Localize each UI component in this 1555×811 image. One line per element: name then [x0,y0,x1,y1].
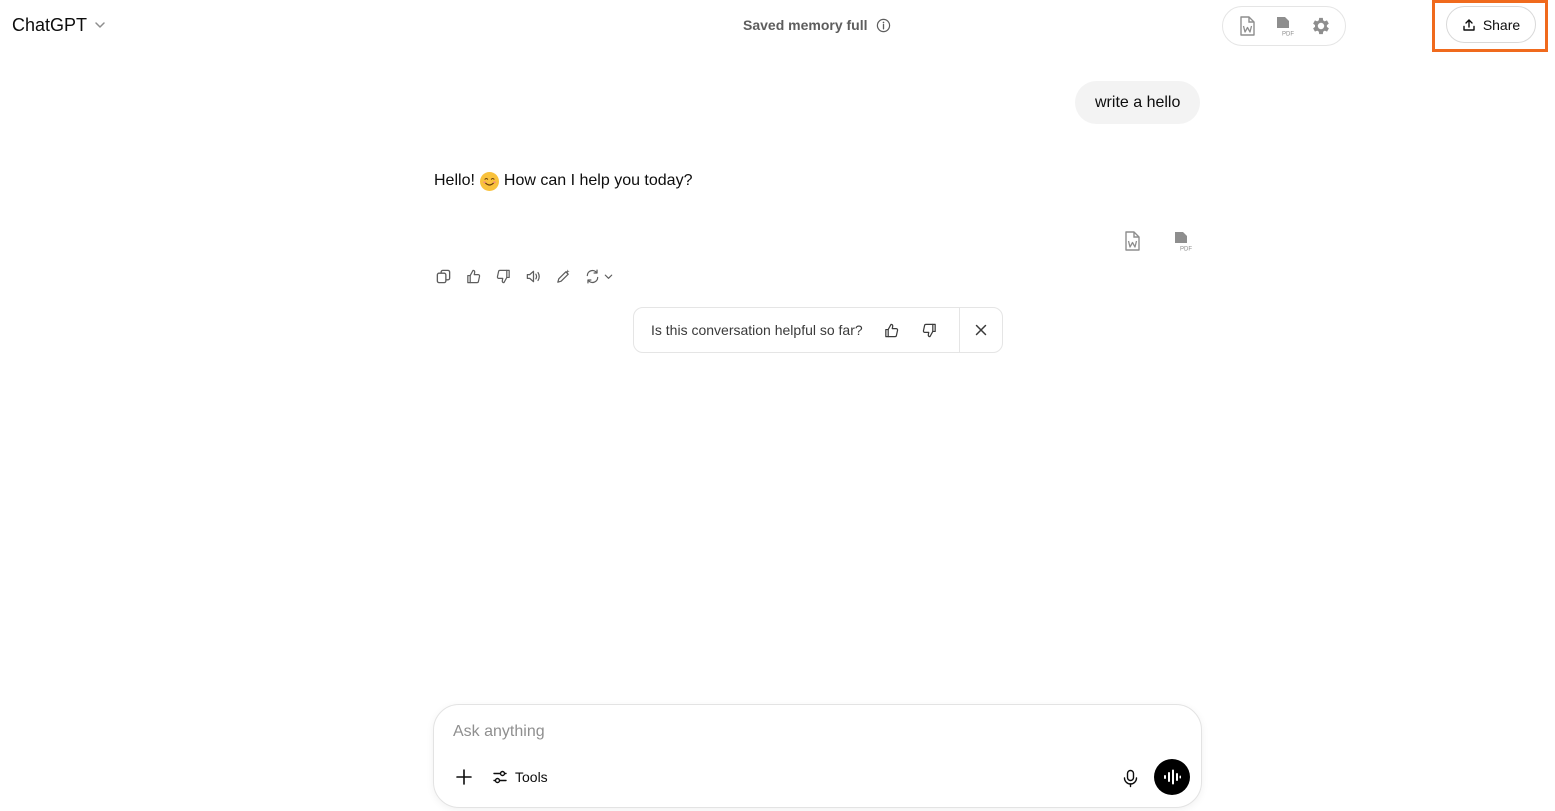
feedback-helpful-button[interactable] [877,315,907,345]
close-icon [975,324,986,336]
smiling-face-icon [479,171,499,191]
message-export-pdf-button[interactable]: PDF [1170,228,1194,254]
feedback-question: Is this conversation helpful so far? [651,322,863,338]
regenerate-button[interactable] [582,264,616,288]
assistant-message-text-end: How can I help you today? [503,172,693,189]
svg-text:PDF: PDF [1282,32,1294,38]
message-export-word-button[interactable] [1120,228,1144,254]
prompt-input[interactable] [453,719,1153,745]
info-icon[interactable] [876,18,891,33]
export-word-button[interactable] [1232,11,1262,41]
copy-button[interactable] [432,264,454,288]
model-switcher[interactable]: ChatGPT [12,12,107,38]
svg-text:PDF: PDF [1180,247,1192,253]
chevron-down-icon [95,22,105,28]
thumbs-up-icon [885,323,899,337]
microphone-icon [1123,769,1137,787]
conversation-feedback-bar: Is this conversation helpful so far? [633,307,1003,353]
user-message: write a hello [1075,81,1201,124]
message-export-icons: PDF [1120,228,1194,254]
word-doc-icon [1240,16,1256,36]
voice-waveform-icon [1164,769,1181,785]
feedback-close-button[interactable] [960,308,1002,352]
pdf-doc-icon: PDF [1175,232,1192,253]
pdf-doc-icon: PDF [1276,17,1294,38]
dictate-button[interactable] [1118,765,1142,791]
edit-in-canvas-button[interactable] [552,264,574,288]
tools-button[interactable]: Tools [492,766,548,788]
share-label: Share [1482,16,1521,33]
sliders-icon [493,770,507,784]
bad-response-button[interactable] [492,264,514,288]
composer: Tools [433,704,1202,808]
chevron-down-icon [604,274,613,279]
feedback-not-helpful-button[interactable] [915,315,945,345]
header-toolbar: PDF [1222,6,1346,46]
message-actions [432,264,616,288]
copy-icon [436,269,450,283]
read-aloud-icon [526,270,540,282]
regenerate-icon [586,268,599,284]
assistant-message: Hello! How can I help you today? [434,170,692,192]
user-message-text: write a hello [1095,93,1181,111]
gear-icon [1312,17,1329,35]
settings-button[interactable] [1306,11,1336,41]
plus-icon [456,769,472,785]
export-pdf-button[interactable]: PDF [1269,11,1299,41]
add-attachment-button[interactable] [452,765,476,789]
read-aloud-button[interactable] [522,264,544,288]
share-button[interactable]: Share [1446,6,1536,43]
memory-status[interactable]: Saved memory full [743,15,891,35]
upload-icon [1463,18,1475,31]
chat-page: ChatGPT Saved memory full PDF Share writ… [0,0,1555,811]
edit-canvas-icon [556,268,570,283]
thumbs-down-icon [923,323,936,337]
thumbs-up-icon [466,269,480,283]
voice-mode-button[interactable] [1154,759,1190,795]
word-doc-icon [1125,231,1140,251]
thumbs-down-icon [496,269,510,283]
assistant-message-text-start: Hello! [434,172,475,189]
tools-label: Tools [515,769,548,785]
model-name: ChatGPT [12,14,88,35]
memory-status-text: Saved memory full [743,17,868,33]
good-response-button[interactable] [462,264,484,288]
